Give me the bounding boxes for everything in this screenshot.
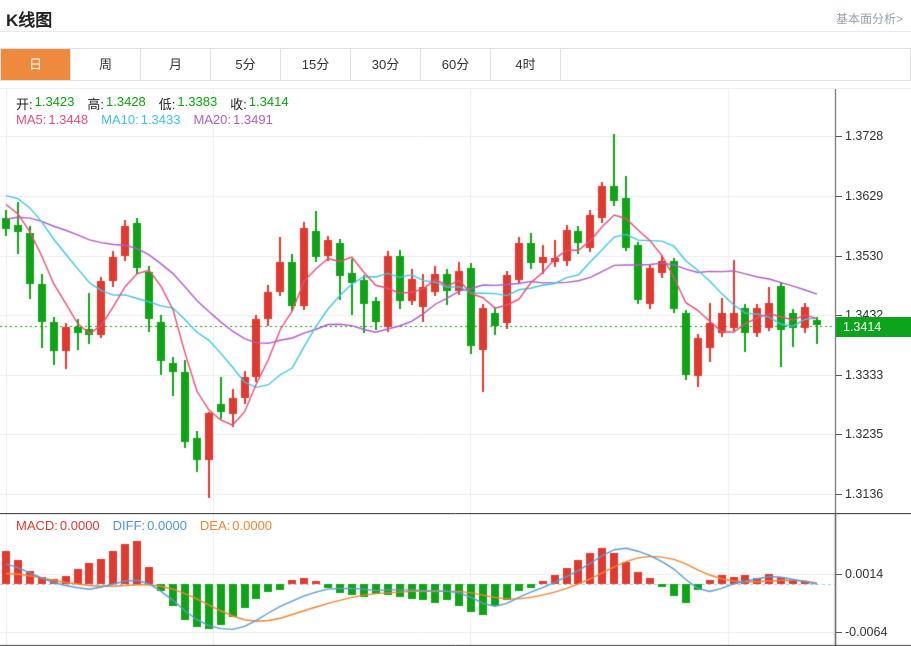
- ma-legend: MA5:1.3448 MA10:1.3433 MA20:1.3491: [16, 112, 273, 127]
- chart-area: 开:1.3423 高:1.3428 低:1.3383 收:1.3414 MA5:1.3…: [0, 88, 911, 646]
- main-axis-label-5: 1.3235: [845, 427, 883, 441]
- ohlc-legend: 开:1.3423 高:1.3428 低:1.3383 收:1.3414: [16, 94, 289, 113]
- ohlcRow-item-0: 开:1.3423: [16, 94, 74, 113]
- tab-interval-3[interactable]: 5分: [211, 49, 281, 80]
- fundamental-analysis-link[interactable]: 基本面分析>: [836, 10, 903, 27]
- tab-interval-7[interactable]: 4时: [491, 49, 561, 80]
- main-axis-label-1: 1.3629: [845, 189, 883, 203]
- candlestick-canvas[interactable]: [0, 89, 911, 513]
- kline-page: K线图 基本面分析> 日周月5分15分30分60分4时 开:1.3423 高:1.…: [0, 0, 911, 646]
- tab-interval-0[interactable]: 日: [1, 49, 71, 80]
- macdRow-item-0: MACD:0.0000: [16, 518, 100, 533]
- tab-interval-4[interactable]: 15分: [281, 49, 351, 80]
- main-axis-label-2: 1.3530: [845, 249, 883, 263]
- main-axis-label-0-tick: [836, 136, 842, 137]
- main-axis-label-6: 1.3136: [845, 487, 883, 501]
- macd-axis-label-0-tick: [836, 574, 842, 575]
- macdRow-item-2: DEA:0.0000: [200, 518, 272, 533]
- last-price-badge: 1.3414: [836, 317, 911, 337]
- header-divider: [0, 31, 911, 32]
- main-axis-label-6-tick: [836, 494, 842, 495]
- main-axis-label-2-tick: [836, 256, 842, 257]
- tab-interval-5[interactable]: 30分: [351, 49, 421, 80]
- macd-axis-label-0: 0.0014: [845, 567, 883, 581]
- ohlcRow-item-3: 收:1.3414: [230, 94, 288, 113]
- ohlcRow-item-1: 高:1.3428: [87, 94, 145, 113]
- ohlcRow-item-2: 低:1.3383: [159, 94, 217, 113]
- page-title: K线图: [6, 6, 52, 31]
- macd-axis-label-1-tick: [836, 632, 842, 633]
- tab-interval-6[interactable]: 60分: [421, 49, 491, 80]
- maRow-item-0: MA5:1.3448: [16, 112, 88, 127]
- interval-tab-bar: 日周月5分15分30分60分4时: [0, 48, 911, 81]
- tab-interval-1[interactable]: 周: [71, 49, 141, 80]
- tab-interval-2[interactable]: 月: [141, 49, 211, 80]
- main-axis-label-4: 1.3333: [845, 368, 883, 382]
- main-axis-label-1-tick: [836, 196, 842, 197]
- macd-axis-label-1: -0.0064: [845, 625, 887, 639]
- maRow-item-1: MA10:1.3433: [101, 112, 180, 127]
- main-axis-label-5-tick: [836, 434, 842, 435]
- macdRow-item-1: DIFF:0.0000: [113, 518, 187, 533]
- macd-legend: MACD:0.0000 DIFF:0.0000 DEA:0.0000: [16, 518, 272, 533]
- main-axis-label-0: 1.3728: [845, 129, 883, 143]
- main-axis-label-4-tick: [836, 375, 842, 376]
- maRow-item-2: MA20:1.3491: [193, 112, 272, 127]
